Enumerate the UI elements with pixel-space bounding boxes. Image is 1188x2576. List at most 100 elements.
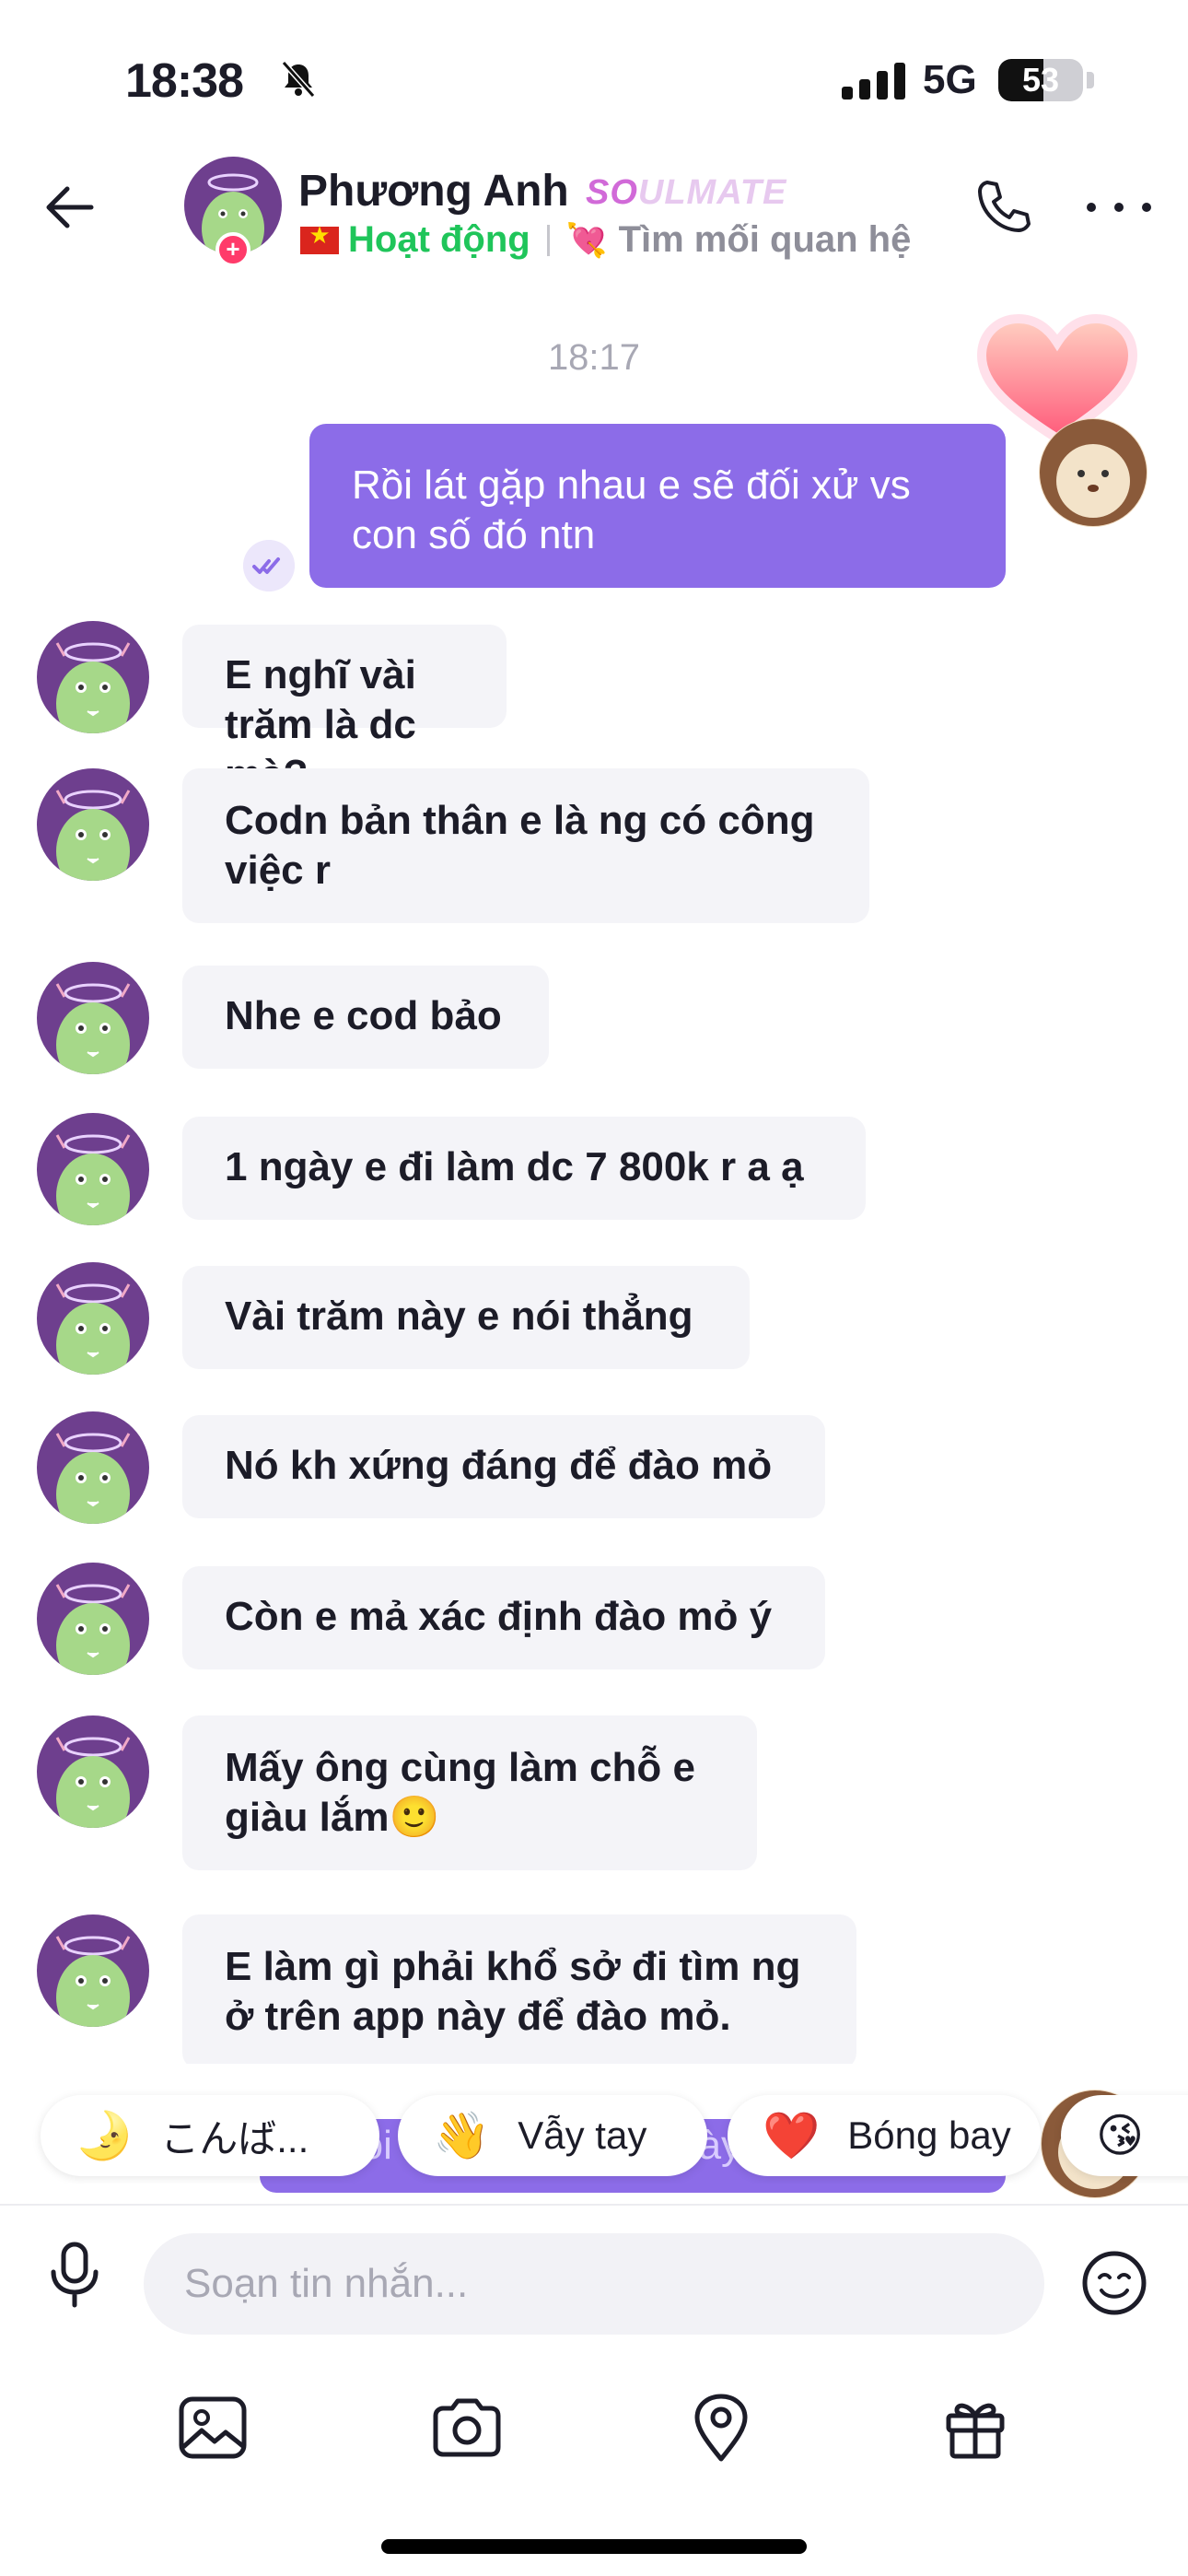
quick-reply-chip[interactable]: 😘 — [1061, 2095, 1188, 2176]
message-text: E làm gì phải khổ sở đi tìm ng — [225, 1944, 801, 1989]
seen-check-icon — [243, 540, 295, 591]
incoming-message-bubble[interactable]: Còn e mả xác định đào mỏ ý — [182, 1566, 825, 1669]
quick-reply-chip[interactable]: 👋 Vẫy tay — [398, 2095, 707, 2176]
more-options-button[interactable] — [1087, 175, 1151, 240]
message-text: việc r — [225, 848, 331, 893]
contact-avatar[interactable] — [37, 1262, 149, 1375]
location-pin-icon — [694, 2394, 748, 2462]
incoming-message-row: Nó kh xứng đáng để đào mỏ — [0, 1411, 1188, 1524]
smiley-icon — [1082, 2251, 1147, 2315]
camera-button[interactable] — [425, 2386, 508, 2469]
quick-reply-label: Vẫy tay — [518, 2113, 647, 2157]
incoming-message-bubble[interactable]: Mấy ông cùng làm chỗ e giàu lắm🙂 — [182, 1715, 757, 1870]
incoming-message-row: E nghĩ vài trăm là dc mà? — [0, 621, 1188, 797]
arrow-left-icon — [46, 186, 94, 228]
message-text: Nhe e cod bảo — [225, 993, 502, 1038]
call-button[interactable] — [971, 175, 1035, 240]
incoming-message-bubble[interactable]: Nó kh xứng đáng để đào mỏ — [182, 1415, 825, 1518]
lion-avatar-icon — [1040, 419, 1147, 526]
incoming-message-bubble[interactable]: Codn bản thân e là ng có công việc r — [182, 768, 869, 923]
contact-avatar[interactable] — [37, 1113, 149, 1225]
quick-replies: 🌛 こんば... 👋 Vẫy tay ❤️ Bóng bay 😘 — [0, 2088, 1188, 2184]
dot-icon — [1142, 203, 1151, 212]
my-avatar[interactable] — [1039, 418, 1147, 527]
contact-avatar[interactable] — [37, 768, 149, 881]
incoming-message-bubble[interactable]: 1 ngày e đi làm dc 7 800k r a ạ — [182, 1117, 866, 1220]
contact-avatar[interactable] — [37, 621, 149, 733]
contact-avatar[interactable] — [37, 1914, 149, 2027]
status-bar: 18:38 5G 53 — [0, 0, 1188, 157]
alien-avatar-icon — [55, 983, 131, 1074]
contact-avatar[interactable] — [37, 962, 149, 1074]
alien-avatar-icon — [55, 1737, 131, 1828]
message-text: con số đó ntn — [352, 512, 596, 557]
wave-icon: 👋 — [433, 2109, 491, 2161]
contact-avatar[interactable] — [37, 1715, 149, 1828]
emoji-button[interactable] — [1077, 2246, 1151, 2320]
status-time: 18:38 — [125, 54, 244, 108]
contact-name: Phương Anh — [298, 167, 569, 216]
heart-icon: 💘 — [565, 220, 608, 259]
message-input[interactable] — [144, 2233, 1044, 2335]
soulmate-badge-highlight: SO — [586, 173, 638, 212]
alien-avatar-icon — [55, 790, 131, 881]
incoming-message-row: Mấy ông cùng làm chỗ e giàu lắm🙂 — [0, 1715, 1188, 1870]
alien-avatar-icon — [55, 642, 131, 733]
message-text: Rồi lát gặp nhau e sẽ đối xử vs — [352, 463, 911, 508]
battery-cap — [1087, 72, 1094, 88]
soulmate-badge: SOULMATE — [586, 173, 786, 213]
network-label: 5G — [923, 57, 977, 102]
gallery-button[interactable] — [171, 2386, 254, 2469]
message-text: Còn e mả xác định đào mỏ ý — [225, 1594, 773, 1639]
incoming-message-row: E làm gì phải khổ sở đi tìm ng ở trên app… — [0, 1914, 1188, 2064]
incoming-message-row: Codn bản thân e là ng có công việc r — [0, 768, 1188, 923]
home-indicator[interactable] — [381, 2539, 807, 2554]
relationship-goal: Tìm mối quan hệ — [618, 219, 912, 260]
back-button[interactable] — [37, 175, 101, 240]
heart-balloon-icon: ❤️ — [763, 2109, 821, 2161]
message-text: giàu lắm🙂 — [225, 1795, 440, 1840]
alien-avatar-icon — [55, 1283, 131, 1375]
vietnam-flag-icon — [300, 221, 339, 254]
quick-reply-chip[interactable]: ❤️ Bóng bay — [728, 2095, 1041, 2176]
soulmate-badge-rest: ULMATE — [637, 173, 787, 212]
incoming-message-bubble[interactable]: E nghĩ vài trăm là dc mà? — [182, 625, 507, 797]
signal-icon — [842, 63, 905, 100]
contact-avatar[interactable] — [37, 1563, 149, 1675]
microphone-icon — [51, 2242, 99, 2308]
my-message-bubble[interactable]: Rồi lát gặp nhau e sẽ đối xử vs con số đ… — [309, 424, 1006, 588]
gift-button[interactable] — [934, 2386, 1017, 2469]
message-text: Vài trăm này e nói thẳng — [225, 1294, 693, 1339]
incoming-message-row: Nhe e cod bảo — [0, 962, 1188, 1074]
gift-icon — [946, 2403, 1005, 2459]
chat-header: + Phương Anh SOULMATE Hoạt động 💘 Tìm mố… — [0, 147, 1188, 276]
composer — [0, 2204, 1188, 2370]
battery-percent: 53 — [1021, 61, 1060, 99]
alien-avatar-icon — [55, 1433, 131, 1524]
incoming-message-row: Còn e mả xác định đào mỏ ý — [0, 1563, 1188, 1675]
chat-thread[interactable]: 18:17 Rồi lát gặp nhau e sẽ đối xử vs co… — [0, 276, 1188, 2064]
image-icon — [179, 2396, 247, 2459]
header-subtitle: Hoạt động 💘 Tìm mối quan hệ — [300, 219, 911, 261]
quick-reply-label: Bóng bay — [847, 2113, 1011, 2157]
incoming-message-row: Vài trăm này e nói thẳng — [0, 1262, 1188, 1375]
quick-reply-chip[interactable]: 🌛 こんば... — [41, 2095, 379, 2176]
incoming-message-bubble[interactable]: Nhe e cod bảo — [182, 966, 549, 1069]
incoming-message-row: 1 ngày e đi làm dc 7 800k r a ạ — [0, 1113, 1188, 1225]
alien-avatar-icon — [55, 1936, 131, 2027]
incoming-message-bubble[interactable]: Vài trăm này e nói thẳng — [182, 1266, 750, 1369]
microphone-button[interactable] — [42, 2239, 107, 2313]
battery-icon: 53 — [998, 59, 1083, 101]
location-button[interactable] — [680, 2386, 763, 2469]
quick-reply-label: こんば... — [160, 2116, 309, 2160]
attachment-toolbar — [0, 2377, 1188, 2478]
message-text: Codn bản thân e là ng có công — [225, 798, 815, 843]
kiss-icon: 😘 — [1096, 2110, 1145, 2161]
add-friend-icon[interactable]: + — [215, 232, 250, 267]
message-text: 1 ngày e đi làm dc 7 800k r a ạ — [225, 1144, 804, 1189]
incoming-message-bubble[interactable]: E làm gì phải khổ sở đi tìm ng ở trên app… — [182, 1914, 856, 2064]
active-status: Hoạt động — [348, 219, 530, 260]
divider — [546, 224, 550, 256]
message-text: Nó kh xứng đáng để đào mỏ — [225, 1443, 773, 1488]
contact-avatar[interactable] — [37, 1411, 149, 1524]
